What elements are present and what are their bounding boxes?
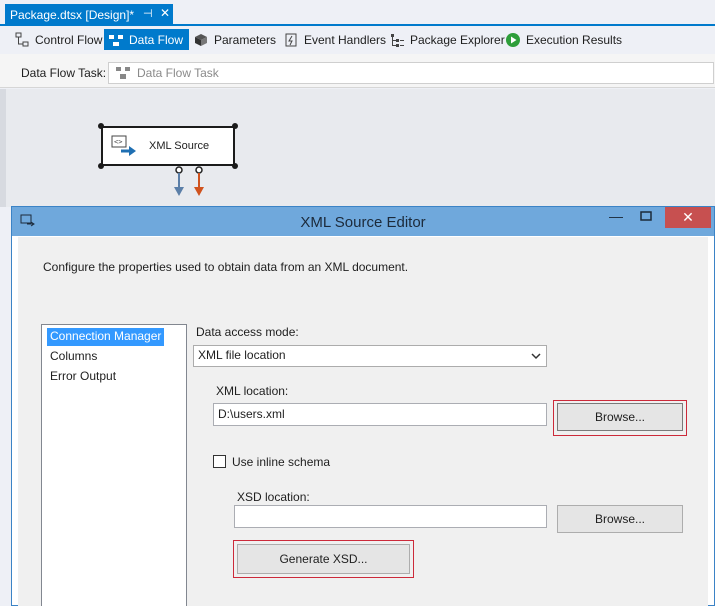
xml-source-icon: <> bbox=[111, 135, 136, 156]
designer-toolbar: Control Flow Data Flow Parameters Event … bbox=[0, 28, 715, 52]
tab-data-flow[interactable]: Data Flow bbox=[104, 29, 190, 50]
xml-source-editor-dialog: XML Source Editor — ✕ Configure the prop… bbox=[11, 206, 715, 606]
tab-parameters-label: Parameters bbox=[214, 32, 277, 47]
parameters-icon bbox=[195, 33, 207, 46]
data-access-mode-label: Data access mode: bbox=[196, 325, 299, 339]
nav-item-connection-manager[interactable]: Connection Manager bbox=[47, 328, 165, 346]
minimize-button[interactable]: — bbox=[603, 207, 629, 229]
play-icon bbox=[506, 32, 520, 47]
data-flow-task-bar: Data Flow Task: Data Flow Task bbox=[0, 54, 715, 88]
use-inline-schema-label[interactable]: Use inline schema bbox=[232, 455, 330, 469]
nav-item-error-output[interactable]: Error Output bbox=[47, 368, 119, 386]
data-access-mode-select[interactable]: XML file location bbox=[193, 345, 547, 367]
tab-event-handlers[interactable]: Event Handlers bbox=[279, 29, 392, 50]
tab-data-flow-label: Data Flow bbox=[129, 32, 184, 47]
dialog-title-bar[interactable]: XML Source Editor — ✕ bbox=[12, 207, 714, 236]
selection-handle[interactable] bbox=[98, 163, 104, 169]
dialog-client-area: Configure the properties used to obtain … bbox=[18, 237, 708, 606]
xsd-location-input[interactable] bbox=[234, 505, 547, 528]
package-explorer-icon bbox=[391, 33, 404, 47]
nav-item-columns[interactable]: Columns bbox=[47, 348, 100, 366]
document-tab-package[interactable]: Package.dtsx [Design]* ⊣ ✕ bbox=[5, 4, 173, 26]
tab-parameters[interactable]: Parameters bbox=[189, 29, 282, 50]
document-tab-strip: Package.dtsx [Design]* ⊣ ✕ bbox=[0, 0, 715, 26]
xml-location-label: XML location: bbox=[216, 384, 289, 398]
close-button[interactable]: ✕ bbox=[665, 207, 711, 228]
event-handlers-icon bbox=[285, 33, 297, 46]
data-access-mode-value: XML file location bbox=[198, 348, 286, 362]
data-flow-task-value: Data Flow Task bbox=[137, 66, 219, 80]
data-flow-task-icon bbox=[116, 67, 130, 79]
tab-execution-results[interactable]: Execution Results bbox=[501, 29, 628, 50]
xsd-browse-button[interactable]: Browse... bbox=[557, 505, 683, 533]
dialog-description: Configure the properties used to obtain … bbox=[43, 260, 409, 274]
data-flow-task-combo[interactable]: Data Flow Task bbox=[108, 62, 714, 84]
selection-handle[interactable] bbox=[98, 123, 104, 129]
chevron-down-icon bbox=[531, 353, 541, 360]
tab-package-explorer[interactable]: Package Explorer bbox=[385, 29, 511, 50]
document-tab-title: Package.dtsx [Design]* bbox=[10, 8, 135, 22]
close-tab-icon[interactable]: ✕ bbox=[160, 6, 170, 20]
xsd-location-label: XSD location: bbox=[237, 490, 310, 504]
maximize-button[interactable] bbox=[633, 207, 659, 229]
selection-handle[interactable] bbox=[232, 163, 238, 169]
maximize-icon bbox=[640, 211, 652, 221]
data-flow-task-label: Data Flow Task: bbox=[21, 66, 107, 80]
tab-execution-results-label: Execution Results bbox=[526, 32, 623, 47]
tab-control-flow-label: Control Flow bbox=[35, 32, 103, 47]
selection-handle[interactable] bbox=[232, 123, 238, 129]
xml-location-input[interactable]: D:\users.xml bbox=[213, 403, 547, 426]
xml-source-component[interactable]: <> XML Source bbox=[101, 126, 235, 166]
output-path-arrows[interactable] bbox=[170, 165, 210, 199]
tab-control-flow[interactable]: Control Flow bbox=[10, 29, 108, 50]
browse-button[interactable]: Browse... bbox=[557, 403, 683, 431]
pin-icon[interactable]: ⊣ bbox=[143, 7, 153, 20]
xml-source-label: XML Source bbox=[149, 140, 210, 152]
generate-xsd-button[interactable]: Generate XSD... bbox=[237, 544, 410, 574]
page-nav-list: Connection Manager Columns Error Output bbox=[41, 324, 187, 606]
tab-package-explorer-label: Package Explorer bbox=[410, 32, 505, 47]
use-inline-schema-checkbox[interactable] bbox=[213, 455, 226, 468]
control-flow-icon bbox=[15, 32, 29, 46]
data-flow-icon bbox=[109, 34, 123, 46]
svg-text:<>: <> bbox=[114, 138, 122, 146]
tab-event-handlers-label: Event Handlers bbox=[304, 32, 387, 47]
